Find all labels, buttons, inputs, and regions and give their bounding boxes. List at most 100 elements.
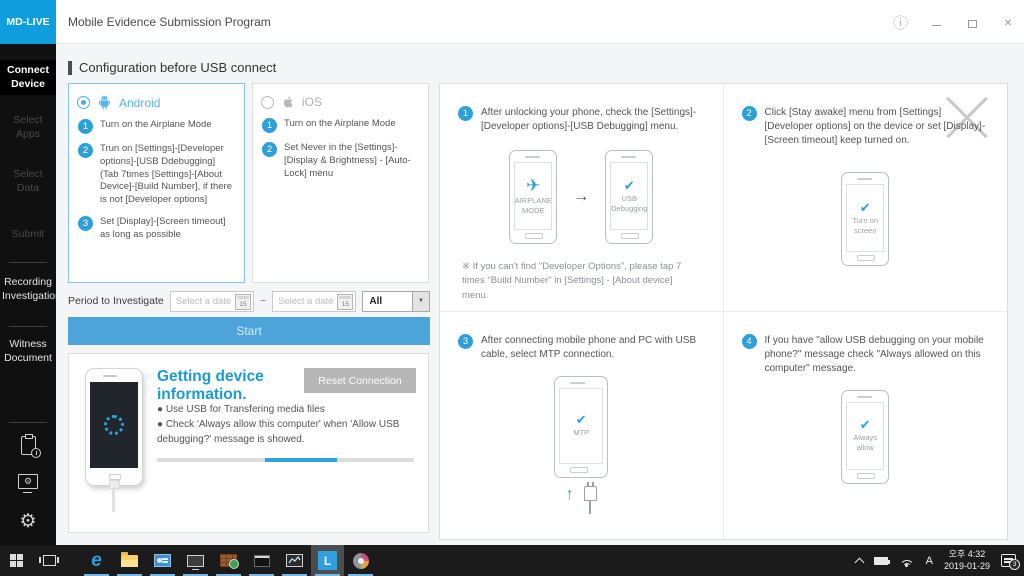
mtp-phone-illustration: ✔ MTP (554, 375, 609, 478)
report-history-icon (20, 434, 41, 458)
taskbar-cmd-button[interactable] (245, 545, 278, 576)
check-icon: ✔ (575, 412, 587, 428)
minimize-button[interactable] (928, 14, 944, 30)
date-to-field[interactable]: 15 (272, 290, 357, 312)
monitor-app-icon (187, 554, 204, 570)
device-info-bullets: ● Use USB for Transfering media files ● … (157, 402, 414, 447)
data-filter-select[interactable]: All ▼ (362, 290, 430, 312)
taskbar-edge-button[interactable]: e (80, 545, 113, 576)
settings-button[interactable]: ⚙ (0, 512, 56, 531)
android-step: 2 Trun on [Settings]-[Developer options]… (69, 143, 244, 207)
tray-time: 오후 4:32 (948, 549, 986, 560)
ios-option-panel[interactable]: iOS 1 Turn on the Airplane Mode 2 Set Ne… (252, 83, 429, 283)
chevron-down-icon[interactable]: ▼ (412, 291, 429, 311)
guide-step-2: 2 Click [Stay awake] menu from [Settings… (723, 84, 1007, 312)
firewall-icon (220, 554, 239, 569)
android-radio[interactable] (77, 96, 90, 109)
check-icon: ✔ (623, 177, 635, 193)
restore-button[interactable] (964, 14, 982, 30)
step-number-badge: 3 (458, 333, 473, 349)
guide-step-4: 4 If you have "allow USB debugging on yo… (724, 312, 1008, 540)
system-tray: A 오후 4:32 2019-01-29 3 (854, 545, 1024, 576)
connecting-phone-illustration (85, 368, 143, 486)
app-logo: MD-LIVE (0, 0, 56, 44)
reset-connection-button[interactable]: Reset Connection (304, 368, 416, 393)
filter-selected-value: All (369, 295, 383, 307)
connection-progress-bar (157, 458, 414, 462)
stay-awake-phone-illustration: ✔ Turn on screen (841, 172, 890, 266)
step-number-badge: 2 (78, 143, 93, 158)
android-option-panel[interactable]: Android 1 Turn on the Airplane Mode 2 Tr… (68, 83, 245, 283)
taskbar-paint-button[interactable] (344, 545, 377, 576)
battery-icon[interactable] (873, 556, 890, 565)
date-range-separator: ~ (260, 295, 266, 307)
task-view-button[interactable] (33, 545, 66, 576)
titlebar: Mobile Evidence Submission Program ⓘ × (0, 0, 1024, 44)
start-menu-button[interactable] (0, 545, 33, 576)
section-heading: Configuration before USB connect (68, 60, 276, 75)
airplane-icon: ✈ (526, 175, 541, 195)
sidebar-item-connect-device[interactable]: Connect Device (0, 60, 56, 96)
monitor-settings-icon: ⚙ (18, 474, 38, 493)
performance-monitor-icon (286, 554, 303, 567)
bullet-line: ● Check 'Always allow this computer' whe… (157, 419, 400, 445)
step-number-badge: 2 (262, 142, 277, 157)
sidebar-item-recording-investigation[interactable]: Recording Investigation (0, 272, 61, 307)
restore-icon (967, 16, 982, 28)
ime-indicator[interactable]: A (926, 555, 933, 567)
card-viewer-icon (154, 554, 171, 567)
taskbar-monitor-app-button[interactable] (179, 545, 212, 576)
date-to-input[interactable] (273, 295, 345, 307)
report-history-button[interactable] (0, 434, 56, 458)
step-number-badge: 4 (741, 333, 757, 349)
taskbar-explorer-button[interactable] (113, 545, 146, 576)
sidebar-item-witness-document[interactable]: Witness Document (0, 334, 56, 369)
taskbar-viewer-button[interactable] (146, 545, 179, 576)
usb-guide-panel: 1 After unlocking your phone, check the … (439, 83, 1008, 540)
guide-step-3: 3 After connecting mobile phone and PC w… (440, 311, 724, 539)
action-center-icon[interactable]: 3 (1001, 554, 1020, 570)
usb-cable-icon (109, 480, 120, 512)
taskbar-mdlive-button[interactable]: L (311, 545, 344, 576)
tray-clock[interactable]: 오후 4:32 2019-01-29 (944, 549, 990, 572)
sidebar-divider (9, 262, 47, 263)
developer-options-note: ※ If you can't find "Developer Options",… (462, 261, 682, 301)
notification-count-badge: 3 (1009, 559, 1020, 570)
sidebar-item-submit[interactable]: Submit (0, 224, 56, 246)
tray-chevron-up-icon[interactable] (854, 557, 865, 567)
sidebar-item-select-data[interactable]: Select Data (0, 164, 56, 199)
android-step: 3 Set [Display]-[Screen timeout] as long… (69, 216, 244, 242)
taskbar-perfmon-button[interactable] (278, 545, 311, 576)
sidebar-item-select-apps[interactable]: Select Apps (0, 110, 56, 145)
step-number-badge: 3 (78, 216, 93, 232)
info-icon[interactable]: ⓘ (893, 12, 908, 33)
usb-debugging-phone-illustration: ✔ USB Debugging (605, 150, 654, 244)
always-allow-phone-illustration: ✔ Always allow (841, 389, 890, 484)
date-from-input[interactable] (170, 295, 243, 307)
paint-palette-icon (352, 552, 369, 569)
loading-spinner-icon (104, 415, 124, 435)
heading-bar (68, 60, 72, 75)
window-title: Mobile Evidence Submission Program (68, 15, 271, 29)
step-number-badge: 1 (78, 119, 93, 134)
command-prompt-icon (253, 554, 270, 567)
android-icon (99, 95, 110, 110)
step-number-badge: 2 (741, 106, 757, 121)
guide-step-1: 1 After unlocking your phone, check the … (440, 84, 724, 312)
folder-icon (121, 551, 138, 567)
calendar-icon[interactable]: 15 (337, 293, 354, 310)
wifi-icon[interactable] (899, 555, 915, 567)
ios-label: iOS (302, 95, 323, 109)
start-button[interactable]: Start (68, 317, 430, 345)
date-from-field[interactable]: 15 (169, 290, 255, 312)
monitor-settings-button[interactable]: ⚙ (0, 474, 56, 493)
main-content: Configuration before USB connect Android… (56, 44, 1024, 545)
close-button[interactable]: × (1000, 14, 1016, 30)
check-icon: ✔ (859, 199, 871, 215)
check-icon: ✔ (859, 417, 871, 433)
task-view-icon (39, 555, 56, 566)
sidebar-divider (9, 326, 47, 327)
calendar-icon[interactable]: 15 (235, 293, 252, 310)
taskbar-firewall-button[interactable] (212, 545, 245, 576)
ios-radio[interactable] (261, 95, 274, 109)
